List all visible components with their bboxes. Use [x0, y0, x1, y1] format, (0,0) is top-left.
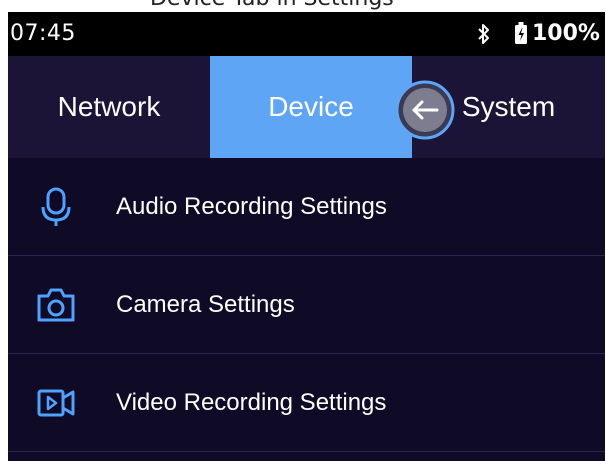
status-bar: 07:45 100% [8, 12, 605, 56]
list-item-video-recording[interactable]: Video Recording Settings [8, 354, 605, 452]
top-caption: Device Tab in Settings [0, 0, 606, 12]
tab-network[interactable]: Network [8, 56, 210, 158]
top-caption-text: Device Tab in Settings [150, 0, 394, 11]
bluetooth-icon [478, 24, 489, 44]
tab-system-label: System [461, 91, 556, 122]
back-arrow-icon[interactable] [395, 80, 455, 140]
list-item-audio-recording[interactable]: Audio Recording Settings [8, 158, 605, 256]
list-item-label: Audio Recording Settings [116, 192, 387, 220]
device-screen: 07:45 100% Network Device System Audio R… [8, 12, 605, 461]
status-time: 07:45 [10, 21, 76, 46]
list-item-camera[interactable]: Camera Settings [8, 256, 605, 354]
battery-level: 100% [532, 21, 600, 46]
tab-bar: Network Device System [8, 56, 605, 158]
battery-icon [515, 22, 527, 44]
list-item-label: Video Recording Settings [116, 388, 387, 416]
video-camera-icon [37, 389, 75, 416]
microphone-icon [41, 187, 71, 226]
tab-device-label: Device [268, 91, 354, 122]
tab-network-label: Network [57, 91, 161, 122]
tab-device[interactable]: Device [210, 56, 412, 158]
settings-list: Audio Recording Settings Camera Settings… [8, 158, 605, 452]
camera-icon [37, 288, 75, 321]
list-item-label: Camera Settings [116, 290, 295, 318]
